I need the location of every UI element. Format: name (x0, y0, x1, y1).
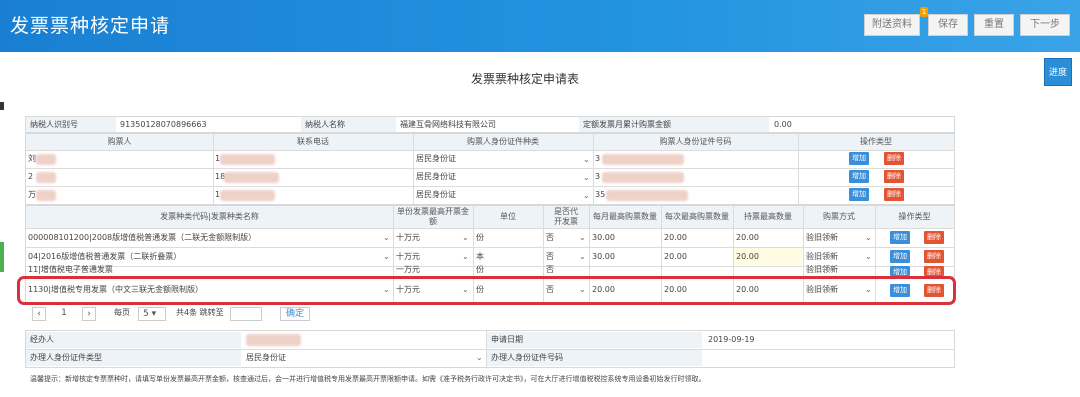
buyer-header-idno: 购票人身份证件号码 (593, 134, 798, 150)
quota-label: 定额发票月累计购票金额 (579, 117, 769, 132)
app-header: 发票票种核定申请 附送资料 1 保存 重置 下一步 (0, 0, 1080, 52)
buyer-add-button[interactable]: 增加 (849, 188, 869, 201)
buyer-idtype-select[interactable]: 居民身份证 (416, 169, 456, 185)
buyer-name[interactable]: 2 (28, 169, 33, 185)
buyer-idtype-select[interactable]: 居民身份证 (416, 187, 456, 203)
invoice-unit: 本 (476, 252, 484, 261)
invoice-monthly-input[interactable]: 30.00 (592, 249, 615, 265)
quota-value: 0.00 (774, 120, 792, 129)
invoice-each-input[interactable]: 20.00 (664, 230, 687, 246)
invoice-agent-select[interactable]: 否 (546, 230, 554, 246)
invoice-monthly-input[interactable]: 30.00 (592, 230, 615, 246)
buyer-header-name: 购票人 (26, 134, 213, 150)
invoice-max-select[interactable]: 十万元 (396, 230, 420, 246)
buyer-idno[interactable]: 35 (595, 187, 605, 203)
invoice-add-button[interactable]: 增加 (890, 231, 910, 244)
invoice-header-unit: 单位 (500, 212, 516, 221)
invoice-hold-input[interactable]: 20.00 (736, 249, 759, 265)
form-title: 发票票种核定申请表 (470, 72, 579, 86)
next-page-button[interactable]: › (82, 307, 96, 321)
applicant-table: 经办人 申请日期 2019-09-19 办理人身份证件类型 居民身份证 ⌄ 办理… (25, 330, 955, 368)
invoice-add-button[interactable]: 增加 (890, 266, 910, 276)
id-type-label: 办理人身份证件类型 (26, 350, 241, 366)
attach-button[interactable]: 附送资料 (864, 14, 920, 36)
invoice-header-monthly: 每月最高购票数量 (593, 212, 657, 221)
buyer-idno[interactable]: 3 (595, 151, 600, 167)
per-page-select[interactable]: 5 ▾ (138, 307, 166, 321)
tip-text: 温馨提示：新增核定专票票种时，请填写单份发票最高开票金额，核查通过后，会一并进行… (30, 375, 706, 383)
sidebar-marker (0, 102, 4, 110)
handler-label: 经办人 (26, 332, 241, 348)
buyer-header-idtype: 购票人身份证件种类 (413, 134, 593, 150)
invoice-method-select[interactable]: 验旧领新 (806, 249, 838, 265)
invoice-hold-input[interactable]: 20.00 (736, 230, 759, 246)
invoice-method-select[interactable]: 验旧领新 (806, 264, 838, 276)
buyer-delete-button[interactable]: 删除 (884, 152, 904, 165)
invoice-method-select[interactable]: 验旧领新 (806, 230, 838, 246)
invoice-unit: 份 (476, 233, 484, 242)
invoice-header-method: 购票方式 (823, 212, 855, 221)
invoice-header-name: 发票种类代码|发票种类名称 (160, 212, 259, 221)
jump-page-input[interactable] (230, 307, 262, 321)
taxpayer-row: 纳税人识别号 91350128070896663 纳税人名称 福建互骨网络科技有… (25, 116, 955, 133)
buyer-add-button[interactable]: 增加 (849, 170, 869, 183)
invoice-delete-button[interactable]: 删除 (924, 266, 944, 276)
invoice-header-op: 操作类型 (898, 212, 931, 221)
buyer-idtype-select[interactable]: 居民身份证 (416, 151, 456, 167)
buyer-header-op: 操作类型 (798, 134, 954, 150)
taxpayer-name-label: 纳税人名称 (301, 117, 396, 132)
per-page-value: 5 (143, 309, 149, 319)
prev-page-button[interactable]: ‹ (32, 307, 46, 321)
invoice-type-select[interactable]: 000008101200|2008版增值税普通发票（二联无金额限制版） (28, 230, 256, 246)
confirm-jump-button[interactable]: 确定 (280, 307, 310, 321)
per-page-label: 每页 (114, 308, 130, 317)
buyer-name[interactable]: 刘 (28, 151, 36, 167)
taxpayer-name-value: 福建互骨网络科技有限公司 (400, 120, 496, 129)
id-no-label: 办理人身份证件号码 (487, 350, 702, 366)
date-value[interactable]: 2019-09-19 (708, 332, 755, 348)
invoice-header-agent: 是否代开发票 (554, 207, 578, 226)
buyer-add-button[interactable]: 增加 (849, 152, 869, 165)
invoice-type-select[interactable]: 04|2016版增值税普通发票（二联折叠票） (28, 249, 181, 265)
reset-button[interactable]: 重置 (974, 14, 1014, 36)
date-label: 申请日期 (487, 332, 702, 348)
buyer-name[interactable]: 万 (28, 187, 36, 203)
total-label: 共4条 跳转至 (176, 308, 224, 317)
invoice-header-each: 每次最高购票数量 (665, 212, 729, 221)
sidebar-scroll-handle[interactable] (0, 242, 4, 272)
id-type-select[interactable]: 居民身份证 (246, 350, 286, 366)
invoice-max-select[interactable]: 十万元 (396, 249, 420, 265)
invoice-agent-select[interactable]: 否 (546, 249, 554, 265)
invoice-max-select[interactable]: 一万元 (396, 264, 420, 276)
next-button[interactable]: 下一步 (1020, 14, 1070, 36)
buyer-header-phone: 联系电话 (213, 134, 413, 150)
invoice-header-max: 单份发票最高开票金额 (397, 207, 469, 226)
invoice-delete-button[interactable]: 删除 (924, 231, 944, 244)
current-page[interactable]: 1 (52, 307, 76, 321)
buyer-idno[interactable]: 3 (595, 169, 600, 185)
taxpayer-id-value: 91350128070896663 (120, 120, 207, 129)
save-button[interactable]: 保存 (928, 14, 968, 36)
buyer-delete-button[interactable]: 删除 (884, 188, 904, 201)
buyer-table: 购票人 联系电话 购票人身份证件种类 购票人身份证件号码 操作类型 刘 1 居民… (25, 133, 955, 205)
invoice-header-hold: 持票最高数量 (744, 212, 792, 221)
invoice-delete-button[interactable]: 删除 (924, 250, 944, 263)
highlight-annotation (17, 276, 956, 305)
attach-count-badge: 1 (920, 7, 928, 17)
invoice-unit: 份 (476, 265, 484, 274)
invoice-agent-select[interactable]: 否 (546, 264, 554, 276)
invoice-each-input[interactable]: 20.00 (664, 249, 687, 265)
buyer-delete-button[interactable]: 删除 (884, 170, 904, 183)
taxpayer-id-label: 纳税人识别号 (26, 117, 116, 132)
invoice-type-select[interactable]: 11|增值税电子普通发票 (28, 264, 113, 276)
page-title: 发票票种核定申请 (10, 15, 171, 37)
invoice-add-button[interactable]: 增加 (890, 250, 910, 263)
